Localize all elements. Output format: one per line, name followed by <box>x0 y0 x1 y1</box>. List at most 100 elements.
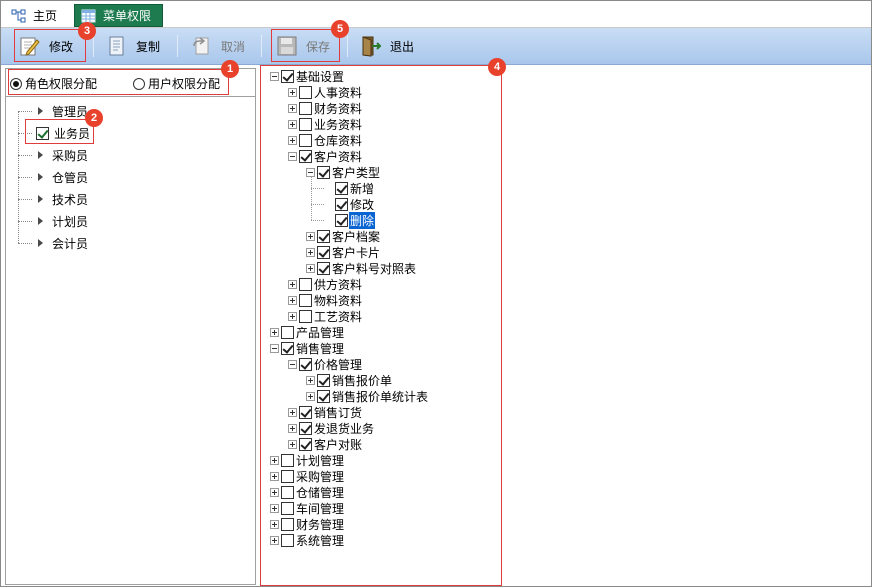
expand-plus-icon[interactable] <box>270 535 279 545</box>
tree-node-checkbox[interactable] <box>281 485 294 499</box>
expand-plus-icon[interactable] <box>306 391 315 401</box>
tree-node-checkbox[interactable] <box>299 133 312 147</box>
role-item[interactable]: 仓管员 <box>18 167 88 187</box>
expand-plus-icon[interactable] <box>306 247 315 257</box>
tree-node-checkbox[interactable] <box>281 501 294 515</box>
tree-node[interactable]: 客户档案 <box>306 228 381 244</box>
tree-node-checkbox[interactable] <box>299 149 312 163</box>
tree-node[interactable]: 仓储管理 <box>270 484 345 500</box>
tree-node-checkbox[interactable] <box>281 325 294 339</box>
expand-arrow-icon[interactable] <box>38 173 43 181</box>
tree-node[interactable]: 物料资料 <box>288 292 363 308</box>
role-item[interactable]: 管理员 <box>18 101 88 121</box>
tree-node-checkbox[interactable] <box>317 389 330 403</box>
tree-node[interactable]: 财务管理 <box>270 516 345 532</box>
expand-plus-icon[interactable] <box>306 231 315 241</box>
tree-node-checkbox[interactable] <box>281 341 294 355</box>
tree-node[interactable]: 客户资料 <box>288 148 363 164</box>
collapse-minus-icon[interactable] <box>306 167 315 177</box>
tree-node-checkbox[interactable] <box>335 197 348 211</box>
expand-plus-icon[interactable] <box>288 119 297 129</box>
expand-plus-icon[interactable] <box>270 327 279 337</box>
collapse-minus-icon[interactable] <box>288 359 297 369</box>
tree-node[interactable]: 新增 <box>324 180 375 196</box>
expand-plus-icon[interactable] <box>288 103 297 113</box>
expand-plus-icon[interactable] <box>270 503 279 513</box>
tree-node[interactable]: 发退货业务 <box>288 420 375 436</box>
tree-node[interactable]: 基础设置 <box>270 68 345 84</box>
tree-node[interactable]: 价格管理 <box>288 356 363 372</box>
tree-node[interactable]: 计划管理 <box>270 452 345 468</box>
tree-node[interactable]: 销售报价单统计表 <box>306 388 429 404</box>
tree-node[interactable]: 财务资料 <box>288 100 363 116</box>
expand-plus-icon[interactable] <box>288 295 297 305</box>
tree-node[interactable]: 修改 <box>324 196 375 212</box>
tree-node-checkbox[interactable] <box>281 469 294 483</box>
tree-node-checkbox[interactable] <box>299 437 312 451</box>
tree-node[interactable]: 业务资料 <box>288 116 363 132</box>
expand-plus-icon[interactable] <box>288 407 297 417</box>
expand-arrow-icon[interactable] <box>38 107 43 115</box>
expand-arrow-icon[interactable] <box>38 151 43 159</box>
collapse-minus-icon[interactable] <box>288 151 297 161</box>
tree-node[interactable]: 产品管理 <box>270 324 345 340</box>
expand-plus-icon[interactable] <box>288 87 297 97</box>
tree-node[interactable]: 客户对账 <box>288 436 363 452</box>
role-item[interactable]: 会计员 <box>18 233 88 253</box>
tree-node[interactable]: 工艺资料 <box>288 308 363 324</box>
collapse-minus-icon[interactable] <box>270 343 279 353</box>
tree-node-checkbox[interactable] <box>317 245 330 259</box>
tree-node[interactable]: 系统管理 <box>270 532 345 548</box>
tree-node-checkbox[interactable] <box>281 533 294 547</box>
tree-node[interactable]: 销售报价单 <box>306 372 393 388</box>
expand-plus-icon[interactable] <box>270 471 279 481</box>
tree-node[interactable]: 仓库资料 <box>288 132 363 148</box>
tree-node-checkbox[interactable] <box>299 293 312 307</box>
tree-node[interactable]: 客户料号对照表 <box>306 260 417 276</box>
tree-node-checkbox[interactable] <box>299 309 312 323</box>
expand-plus-icon[interactable] <box>288 311 297 321</box>
expand-arrow-icon[interactable] <box>38 239 43 247</box>
tree-node-checkbox[interactable] <box>281 69 294 83</box>
tree-node[interactable]: 客户类型 <box>306 164 381 180</box>
expand-plus-icon[interactable] <box>270 487 279 497</box>
expand-plus-icon[interactable] <box>288 423 297 433</box>
tree-node-checkbox[interactable] <box>335 213 348 227</box>
exit-button[interactable]: 退出 <box>360 31 414 61</box>
tree-node-checkbox[interactable] <box>299 277 312 291</box>
tree-node-checkbox[interactable] <box>317 373 330 387</box>
collapse-minus-icon[interactable] <box>270 71 279 81</box>
tree-node-checkbox[interactable] <box>299 421 312 435</box>
expand-plus-icon[interactable] <box>288 135 297 145</box>
tree-node-checkbox[interactable] <box>281 453 294 467</box>
expand-arrow-icon[interactable] <box>38 217 43 225</box>
tree-node[interactable]: 客户卡片 <box>306 244 381 260</box>
tree-node-checkbox[interactable] <box>299 101 312 115</box>
tree-node-checkbox[interactable] <box>299 357 312 371</box>
tree-node-checkbox[interactable] <box>317 165 330 179</box>
tree-node-checkbox[interactable] <box>317 261 330 275</box>
tree-node[interactable]: 人事资料 <box>288 84 363 100</box>
role-item[interactable]: 采购员 <box>18 145 88 165</box>
copy-button[interactable]: 复制 <box>106 31 160 61</box>
tree-node-checkbox[interactable] <box>299 117 312 131</box>
expand-plus-icon[interactable] <box>306 375 315 385</box>
tree-node[interactable]: 供方资料 <box>288 276 363 292</box>
tree-node-checkbox[interactable] <box>299 405 312 419</box>
tree-node[interactable]: 销售订货 <box>288 404 363 420</box>
tree-node-checkbox[interactable] <box>317 229 330 243</box>
cancel-button[interactable]: 取消 <box>191 31 245 61</box>
tree-node[interactable]: 车间管理 <box>270 500 345 516</box>
expand-plus-icon[interactable] <box>270 519 279 529</box>
expand-plus-icon[interactable] <box>270 455 279 465</box>
tab-home[interactable]: 主页 <box>5 4 65 27</box>
tree-node-checkbox[interactable] <box>335 181 348 195</box>
expand-arrow-icon[interactable] <box>38 195 43 203</box>
expand-plus-icon[interactable] <box>288 279 297 289</box>
role-item[interactable]: 技术员 <box>18 189 88 209</box>
tree-node[interactable]: 采购管理 <box>270 468 345 484</box>
tree-node-checkbox[interactable] <box>299 85 312 99</box>
expand-plus-icon[interactable] <box>306 263 315 273</box>
role-item[interactable]: 计划员 <box>18 211 88 231</box>
tree-node[interactable]: 删除 <box>324 211 376 229</box>
